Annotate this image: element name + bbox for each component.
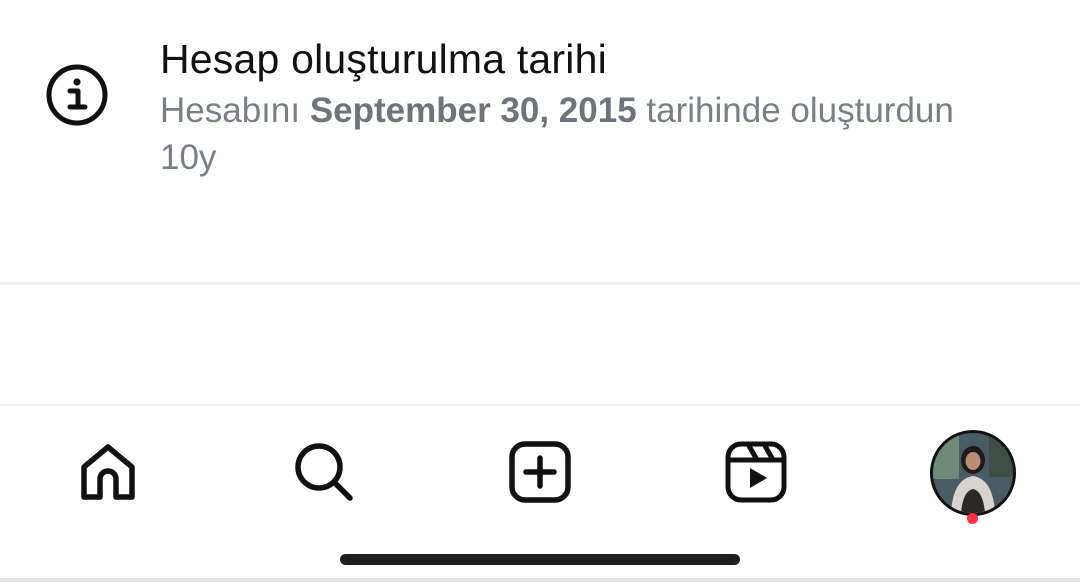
creation-date: September 30, 2015 (309, 91, 637, 130)
home-icon (75, 439, 141, 505)
tab-reels[interactable] (720, 434, 792, 510)
info-icon (45, 63, 109, 127)
account-created-description: Hesabını September 30, 2015 tarihinde ol… (160, 87, 1020, 134)
tab-profile[interactable] (930, 430, 1016, 524)
reels-icon (724, 440, 788, 504)
notification-dot (967, 513, 978, 524)
search-icon (292, 440, 356, 504)
tab-home[interactable] (72, 434, 144, 510)
account-created-text: Hesap oluşturulma tarihi Hesabını Septem… (160, 34, 1020, 181)
account-info-screen: Hesap oluşturulma tarihi Hesabını Septem… (0, 0, 1080, 582)
account-created-title: Hesap oluşturulma tarihi (160, 36, 607, 82)
account-age: 10y (160, 138, 217, 177)
home-indicator[interactable] (340, 554, 740, 565)
tab-bar-divider (0, 404, 1080, 406)
tab-create[interactable] (504, 434, 576, 510)
account-created-row: Hesap oluşturulma tarihi Hesabını Septem… (0, 0, 1080, 283)
bottom-edge (0, 578, 1080, 582)
divider (0, 282, 1080, 285)
plus-square-icon (508, 440, 572, 504)
avatar (930, 430, 1016, 516)
description-prefix: Hesabını (160, 91, 310, 130)
description-suffix: tarihinde oluşturdun (636, 91, 954, 130)
tab-search[interactable] (288, 434, 360, 510)
